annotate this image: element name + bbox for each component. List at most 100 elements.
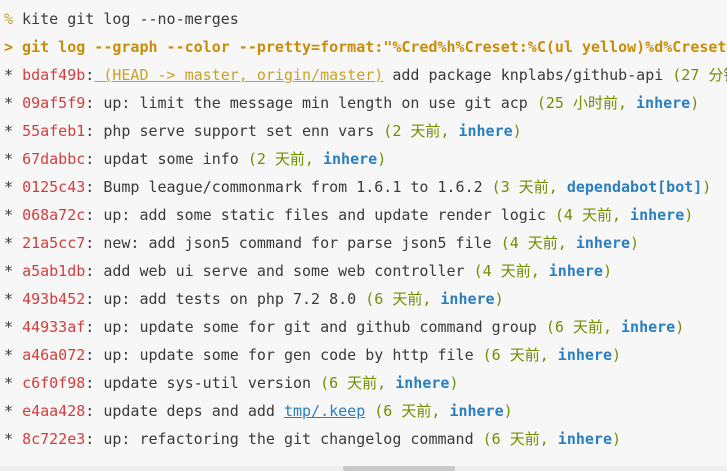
hash-separator: : xyxy=(85,234,95,252)
commit-date: (25 小时前, xyxy=(536,94,627,112)
commit-date: (6 天前, xyxy=(365,290,432,308)
date-close-paren: ) xyxy=(503,402,513,420)
commit-author: inhere xyxy=(636,94,691,112)
hash-separator: : xyxy=(85,430,95,448)
hash-separator: : xyxy=(85,122,95,140)
command-line: % kite git log --no-merges xyxy=(4,9,239,29)
hash-separator: : xyxy=(85,94,95,112)
graph-star-icon: * xyxy=(4,430,23,448)
terminal-window[interactable]: % kite git log --no-merges > git log --g… xyxy=(0,0,727,466)
commit-date: (6 天前, xyxy=(545,318,612,336)
prompt-symbol: % xyxy=(4,10,14,28)
commit-line: * a5ab1db: add web ui serve and some web… xyxy=(4,261,612,281)
commit-date: (6 天前, xyxy=(320,374,387,392)
commit-hash: a46a072 xyxy=(22,346,86,364)
commit-hash: 493b452 xyxy=(22,290,86,308)
file-link[interactable]: tmp/.keep xyxy=(284,402,365,420)
graph-star-icon: * xyxy=(4,262,23,280)
hash-separator: : xyxy=(85,262,95,280)
commit-author: inhere xyxy=(323,150,378,168)
hash-separator: : xyxy=(85,178,95,196)
commit-message: up: update some for gen code by http fil… xyxy=(94,346,483,364)
commit-date: (2 天前, xyxy=(383,122,450,140)
sub-prompt-symbol: > xyxy=(4,38,14,56)
date-close-paren: ) xyxy=(602,262,612,280)
commit-hash: 21a5cc7 xyxy=(22,234,86,252)
commit-line: * 09af5f9: up: limit the message min len… xyxy=(4,93,699,113)
commit-date: (4 天前, xyxy=(554,206,622,224)
graph-star-icon: * xyxy=(4,318,23,336)
date-close-paren: ) xyxy=(684,206,694,224)
commit-date: (6 天前, xyxy=(482,346,549,364)
commit-author: inhere xyxy=(557,430,612,448)
date-close-paren: ) xyxy=(611,346,622,364)
hash-separator: : xyxy=(85,206,95,224)
commit-date: (4 天前, xyxy=(473,262,540,280)
commit-line: * 44933af: up: update some for git and g… xyxy=(4,317,684,337)
commit-line: * bdaf49b: (HEAD -> master, origin/maste… xyxy=(4,65,727,85)
hash-separator: : xyxy=(85,346,95,364)
commit-message: up: add some static files and update ren… xyxy=(94,206,555,224)
commit-message: add web ui serve and some web controller xyxy=(94,262,474,280)
commit-hash: 44933af xyxy=(22,318,86,336)
graph-star-icon: * xyxy=(4,122,23,140)
commit-author: inhere xyxy=(621,318,676,336)
date-close-paren: ) xyxy=(611,430,622,448)
date-close-paren: ) xyxy=(512,122,522,140)
commit-author: inhere xyxy=(449,402,504,420)
commit-hash: bdaf49b xyxy=(22,66,86,84)
commit-message: php serve support set enn vars xyxy=(94,122,384,140)
commit-line: * 493b452: up: add tests on php 7.2 8.0 … xyxy=(4,289,504,309)
sub-command-text: git log --graph --color --pretty=format:… xyxy=(13,38,727,56)
graph-star-icon: * xyxy=(4,206,23,224)
commit-message: new: add json5 command for parse json5 f… xyxy=(94,234,501,252)
date-close-paren: ) xyxy=(675,318,685,336)
commit-message: update sys-util version xyxy=(94,374,321,392)
commit-author: inhere xyxy=(557,346,612,364)
hash-separator: : xyxy=(85,150,95,168)
commit-hash: 068a72c xyxy=(22,206,86,224)
author-space xyxy=(549,346,558,364)
horizontal-scrollbar[interactable] xyxy=(0,466,727,471)
author-space xyxy=(386,374,395,392)
commit-hash: 67dabbc xyxy=(22,150,86,168)
commit-line: * e4aa428: update deps and add tmp/.keep… xyxy=(4,401,513,421)
author-space xyxy=(558,178,567,196)
commit-line: * a46a072: up: update some for gen code … xyxy=(4,345,621,365)
commit-refs: (HEAD -> master, origin/master) xyxy=(94,66,384,84)
commit-message: up: add tests on php 7.2 8.0 xyxy=(94,290,366,308)
graph-star-icon: * xyxy=(4,94,23,112)
graph-star-icon: * xyxy=(4,234,23,252)
commit-line: * 068a72c: up: add some static files and… xyxy=(4,205,693,225)
graph-star-icon: * xyxy=(4,346,23,364)
commit-hash: c6f0f98 xyxy=(22,374,86,392)
hash-separator: : xyxy=(85,402,95,420)
commit-message: add package knplabs/github-api xyxy=(383,66,673,84)
commit-date: (4 天前, xyxy=(500,234,567,252)
commit-line: * 55afeb1: php serve support set enn var… xyxy=(4,121,522,141)
commit-author: dependabot[bot] xyxy=(566,178,703,196)
author-space xyxy=(627,94,636,112)
hash-separator: : xyxy=(85,66,95,84)
commit-message: up: refactoring the git changelog comman… xyxy=(94,430,483,448)
scrollbar-thumb[interactable] xyxy=(343,466,455,471)
hash-separator: : xyxy=(85,318,95,336)
commit-line: * 67dabbc: updat some info (2 天前, inhere… xyxy=(4,149,386,169)
commit-date: (3 天前, xyxy=(491,178,558,196)
author-space xyxy=(612,318,621,336)
commit-author: inhere xyxy=(440,290,495,308)
commit-message: update deps and add xyxy=(94,402,284,420)
date-close-paren: ) xyxy=(449,374,459,392)
commit-line: * 21a5cc7: new: add json5 command for pa… xyxy=(4,233,639,253)
commit-line: * c6f0f98: update sys-util version (6 天前… xyxy=(4,373,458,393)
commit-message-tail xyxy=(365,402,374,420)
commit-author: inhere xyxy=(575,234,631,252)
sub-command-line: > git log --graph --color --pretty=forma… xyxy=(4,37,726,57)
commit-author: inhere xyxy=(630,206,685,224)
commit-message: Bump league/commonmark from 1.6.1 to 1.6… xyxy=(94,178,492,196)
commit-hash: 8c722e3 xyxy=(22,430,86,448)
hash-separator: : xyxy=(85,374,95,392)
graph-star-icon: * xyxy=(4,178,23,196)
date-close-paren: ) xyxy=(702,178,712,196)
date-close-paren: ) xyxy=(690,94,700,112)
